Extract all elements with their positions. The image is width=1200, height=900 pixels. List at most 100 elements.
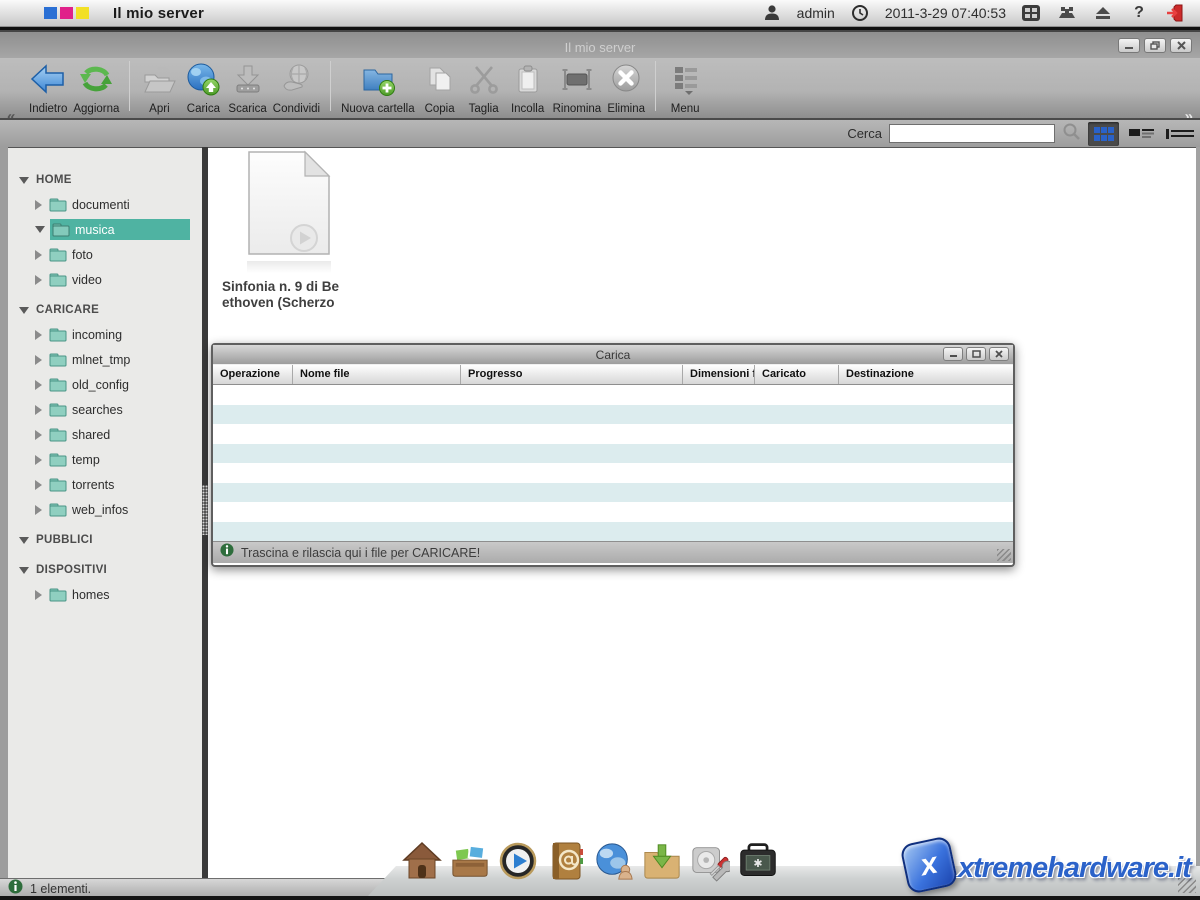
collapse-triangle-icon[interactable]	[19, 567, 29, 574]
refresh-button[interactable]: Aggiorna	[70, 62, 122, 115]
desktop-grid-icon[interactable]	[1020, 3, 1042, 23]
copy-button[interactable]: Copia	[418, 62, 462, 115]
new-folder-button[interactable]: Nuova cartella	[338, 62, 418, 115]
dock-disk-utility-icon[interactable]	[690, 838, 730, 882]
expand-triangle-icon[interactable]	[35, 480, 42, 490]
sidebar-item-old-config[interactable]: old_config	[8, 372, 202, 397]
dialog-minimize-button[interactable]	[943, 347, 963, 361]
collapse-triangle-icon[interactable]	[19, 537, 29, 544]
expand-triangle-icon[interactable]	[35, 505, 42, 515]
expand-triangle-icon[interactable]	[35, 590, 42, 600]
logo-square-yellow	[76, 7, 89, 19]
logout-icon[interactable]	[1164, 3, 1186, 23]
rename-button[interactable]: Rinomina	[550, 62, 605, 115]
dock-downloads-icon[interactable]	[642, 838, 682, 882]
upload-table-row	[213, 463, 1013, 483]
open-button[interactable]: Apri	[137, 62, 181, 115]
file-tile-sinfonia[interactable]: Sinfonia n. 9 di Be ethoven (Scherzo	[214, 150, 364, 311]
sidebar-item-video[interactable]: video	[8, 267, 202, 292]
copy-icon	[421, 62, 459, 101]
dialog-titlebar[interactable]: Carica	[213, 345, 1013, 365]
back-button[interactable]: Indietro	[26, 62, 70, 115]
upload-button[interactable]: Carica	[181, 62, 225, 115]
sidebar-item-documenti[interactable]: documenti	[8, 192, 202, 217]
delete-icon	[607, 62, 645, 101]
dock-toolbox-icon[interactable]: ✱	[738, 838, 778, 882]
expand-triangle-icon[interactable]	[35, 200, 42, 210]
network-places-icon[interactable]	[1056, 3, 1078, 23]
search-input[interactable]	[889, 124, 1055, 143]
dialog-resize-grip[interactable]	[997, 549, 1011, 561]
column-header-nome-file[interactable]: Nome file	[293, 365, 461, 384]
section-header-caricare[interactable]: CARICARE	[8, 298, 202, 322]
dock-media-player-icon[interactable]	[498, 838, 538, 882]
dock-home-icon[interactable]	[402, 838, 442, 882]
help-icon[interactable]: ?	[1128, 3, 1150, 23]
cut-button[interactable]: Taglia	[462, 62, 506, 115]
column-header-operazione[interactable]: Operazione	[213, 365, 293, 384]
folder-icon	[49, 503, 67, 517]
dock-network-icon[interactable]	[594, 838, 634, 882]
column-header-dimensioni[interactable]: Dimensioni f	[683, 365, 755, 384]
expand-triangle-icon[interactable]	[35, 405, 42, 415]
sidebar-item-temp[interactable]: temp	[8, 447, 202, 472]
audio-file-icon[interactable]	[247, 150, 331, 261]
collapse-triangle-icon[interactable]	[35, 226, 45, 233]
sidebar-item-incoming[interactable]: incoming	[8, 322, 202, 347]
collapse-triangle-icon[interactable]	[19, 307, 29, 314]
dock-address-book-icon[interactable]	[546, 838, 586, 882]
search-icon[interactable]	[1062, 122, 1081, 146]
dock-photos-icon[interactable]	[450, 838, 490, 882]
sidebar-item-web-infos[interactable]: web_infos	[8, 497, 202, 522]
collapse-triangle-icon[interactable]	[19, 177, 29, 184]
folder-icon	[49, 478, 67, 492]
folder-icon	[49, 453, 67, 467]
share-button[interactable]: Condividi	[270, 62, 323, 115]
upload-table-row	[213, 502, 1013, 522]
expand-triangle-icon[interactable]	[35, 430, 42, 440]
close-button[interactable]	[1170, 38, 1192, 53]
eject-icon[interactable]	[1092, 3, 1114, 23]
section-header-dispositivi[interactable]: DISPOSITIVI	[8, 558, 202, 582]
expand-triangle-icon[interactable]	[35, 455, 42, 465]
column-header-destinazione[interactable]: Destinazione	[839, 365, 1013, 384]
drop-hint-text: Trascina e rilascia qui i file per CARIC…	[241, 546, 480, 560]
delete-button[interactable]: Elimina	[604, 62, 648, 115]
icon-view-button[interactable]	[1088, 122, 1119, 146]
restore-button[interactable]	[1144, 38, 1166, 53]
datetime-text: 2011-3-29 07:40:53	[885, 5, 1006, 21]
sidebar-item-musica[interactable]: musica	[8, 217, 202, 242]
section-header-pubblici[interactable]: PUBBLICI	[8, 528, 202, 552]
upload-drop-area[interactable]	[213, 385, 1013, 541]
expand-triangle-icon[interactable]	[35, 330, 42, 340]
new-folder-icon	[359, 62, 397, 101]
paste-button[interactable]: Incolla	[506, 62, 550, 115]
clock-icon	[849, 3, 871, 23]
window-titlebar[interactable]: Il mio server	[0, 32, 1200, 58]
dialog-close-button[interactable]	[989, 347, 1009, 361]
expand-triangle-icon[interactable]	[35, 275, 42, 285]
sidebar-item-mlnet-tmp[interactable]: mlnet_tmp	[8, 347, 202, 372]
minimize-button[interactable]	[1118, 38, 1140, 53]
sidebar-item-searches[interactable]: searches	[8, 397, 202, 422]
sidebar-item-foto[interactable]: foto	[8, 242, 202, 267]
upload-globe-icon	[184, 62, 222, 101]
sidebar-item-shared[interactable]: shared	[8, 422, 202, 447]
sidebar-item-torrents[interactable]: torrents	[8, 472, 202, 497]
sidebar-section-home: HOME documenti musica foto video	[8, 168, 202, 292]
expand-triangle-icon[interactable]	[35, 380, 42, 390]
folder-icon	[49, 198, 67, 212]
sidebar-item-homes[interactable]: homes	[8, 582, 202, 607]
expand-triangle-icon[interactable]	[35, 355, 42, 365]
section-header-home[interactable]: HOME	[8, 168, 202, 192]
menu-button[interactable]: Menu	[663, 62, 707, 115]
logo-square-blue	[44, 7, 57, 19]
list-view-button[interactable]	[1126, 122, 1157, 146]
download-button[interactable]: Scarica	[225, 62, 269, 115]
dialog-maximize-button[interactable]	[966, 347, 986, 361]
system-title: Il mio server	[113, 5, 204, 22]
expand-triangle-icon[interactable]	[35, 250, 42, 260]
column-header-caricato[interactable]: Caricato	[755, 365, 839, 384]
column-header-progresso[interactable]: Progresso	[461, 365, 683, 384]
detail-view-button[interactable]	[1164, 122, 1195, 146]
